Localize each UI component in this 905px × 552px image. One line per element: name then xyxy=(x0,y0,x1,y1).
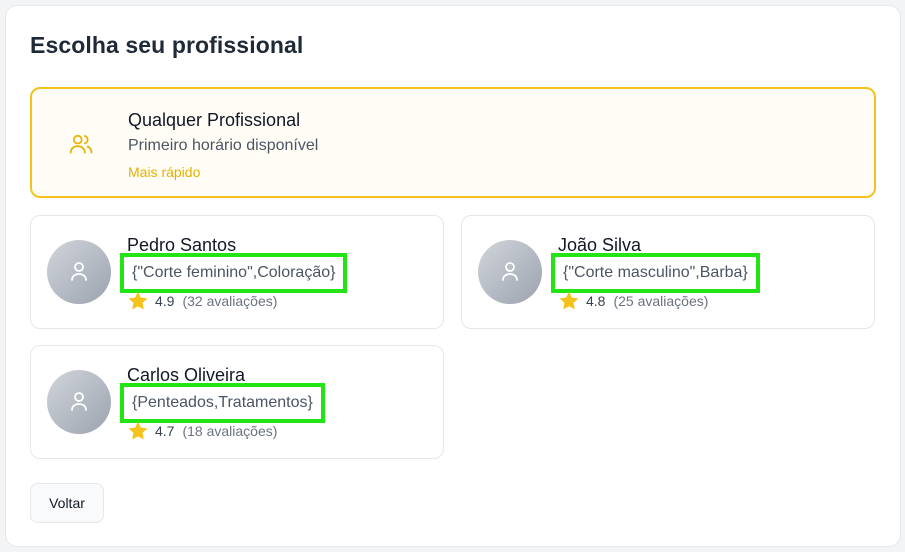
professional-specialties: {"Corte masculino",Barba} xyxy=(551,253,760,293)
rating: 4.9 (32 avaliações) xyxy=(127,290,277,312)
page-title: Escolha seu profissional xyxy=(30,32,304,58)
rating: 4.7 (18 avaliações) xyxy=(127,420,277,442)
user-icon xyxy=(502,262,518,281)
fastest-badge: Mais rápido xyxy=(128,164,201,180)
back-button[interactable]: Voltar xyxy=(30,483,104,523)
professional-card[interactable]: Carlos Oliveira {Penteados,Tratamentos} … xyxy=(30,345,444,459)
review-count: (25 avaliações) xyxy=(613,293,709,309)
any-professional-card[interactable]: Qualquer Profissional Primeiro horário d… xyxy=(30,87,876,198)
rating-value: 4.9 xyxy=(155,293,175,309)
avatar xyxy=(478,240,542,304)
user-icon xyxy=(71,262,87,281)
avatar xyxy=(47,370,111,434)
star-icon xyxy=(128,421,148,440)
professional-specialties: {Penteados,Tratamentos} xyxy=(120,383,325,423)
professional-specialties: {"Corte feminino",Coloração} xyxy=(120,253,348,293)
any-professional-name: Qualquer Profissional xyxy=(128,110,301,130)
any-professional-subtitle: Primeiro horário disponível xyxy=(128,137,319,154)
professional-selection-panel: Escolha seu profissional Qualquer Profis… xyxy=(5,5,901,547)
user-icon xyxy=(71,392,87,411)
review-count: (32 avaliações) xyxy=(182,293,278,309)
users-icon xyxy=(68,131,94,157)
star-icon xyxy=(559,291,579,310)
avatar xyxy=(47,240,111,304)
rating-value: 4.7 xyxy=(155,423,175,439)
rating-value: 4.8 xyxy=(586,293,606,309)
star-icon xyxy=(128,291,148,310)
professional-card[interactable]: Pedro Santos {"Corte feminino",Coloração… xyxy=(30,215,444,329)
review-count: (18 avaliações) xyxy=(182,423,278,439)
professional-card[interactable]: João Silva {"Corte masculino",Barba} 4.8… xyxy=(461,215,875,329)
rating: 4.8 (25 avaliações) xyxy=(558,290,708,312)
